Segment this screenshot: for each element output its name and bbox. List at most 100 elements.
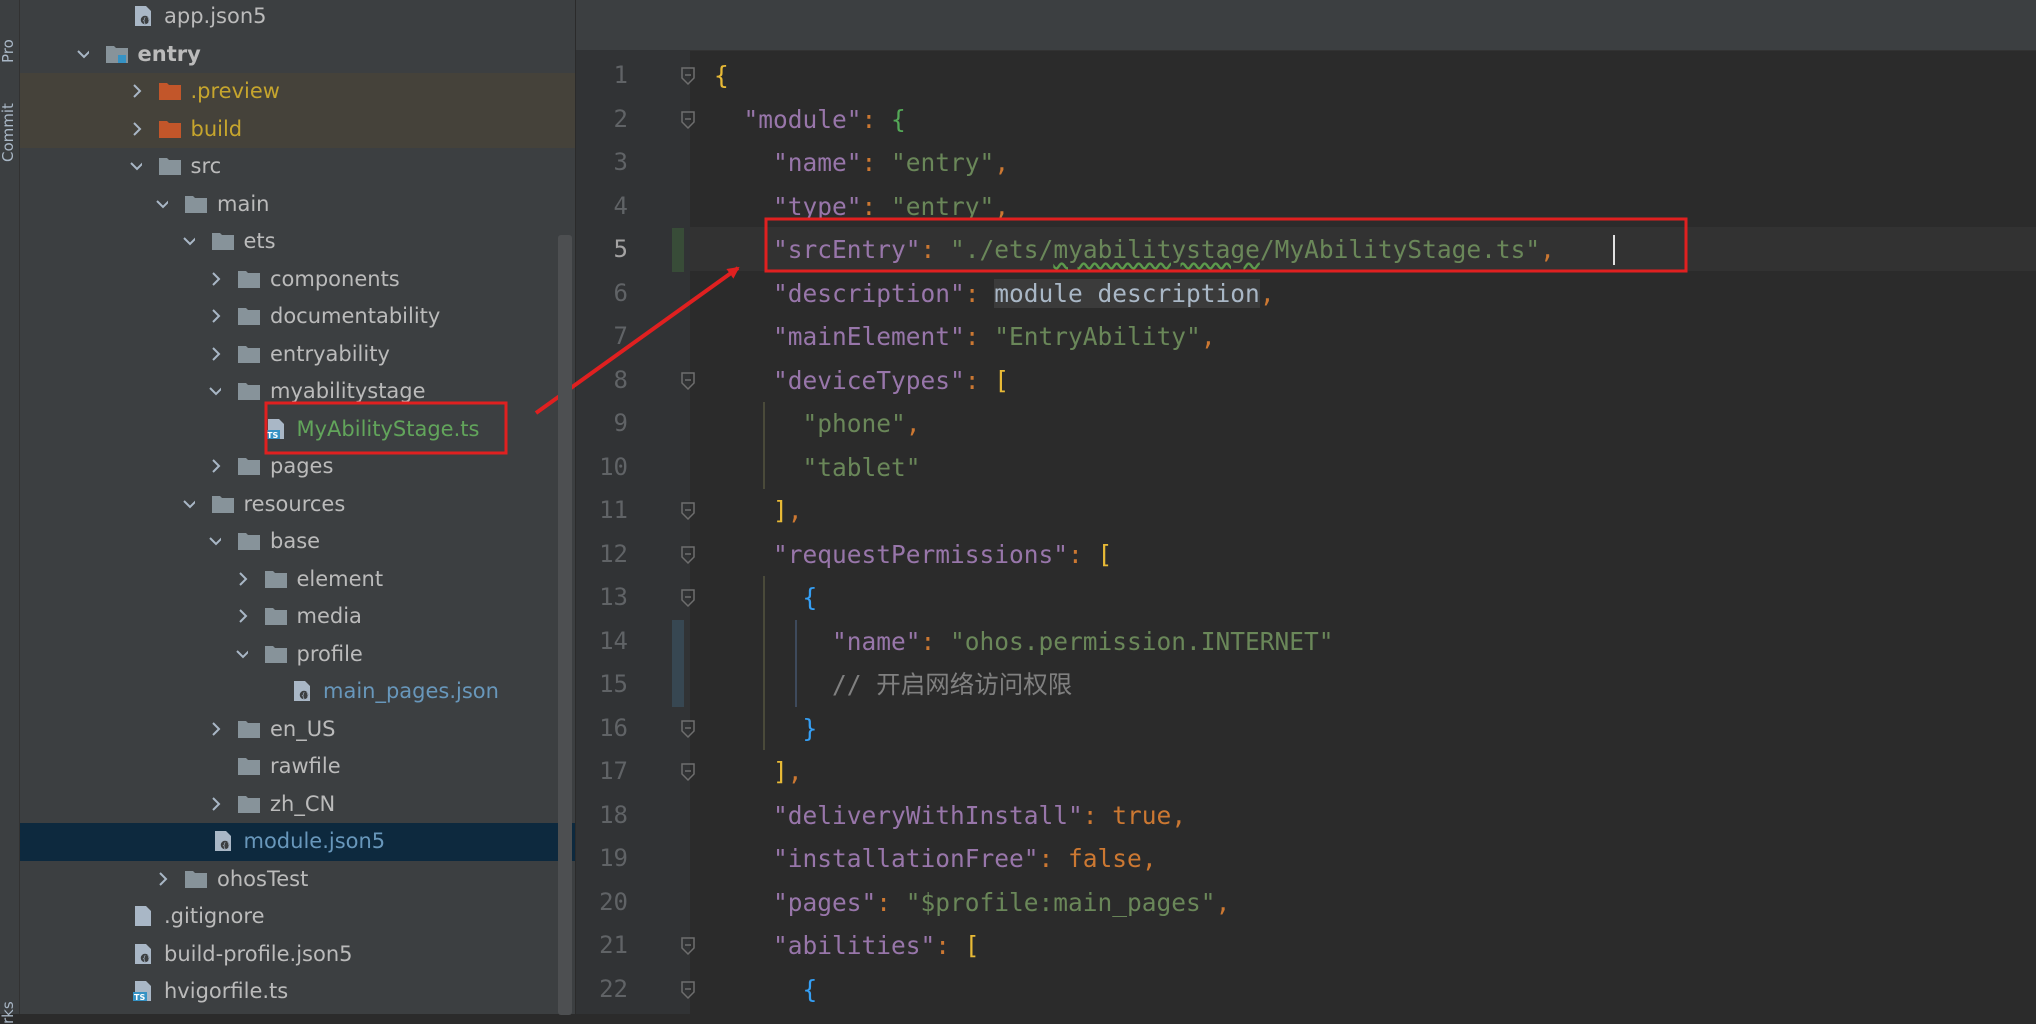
code-token: false [1068,844,1142,873]
tree-row[interactable]: zh_CN [20,786,575,824]
tree-row[interactable]: {} main_pages.json [20,673,575,711]
tree-row[interactable]: en_US [20,711,575,749]
tree-row-label: main_pages.json [323,679,499,703]
fold-marker-icon[interactable] [680,719,696,739]
code-line[interactable]: "deliveryWithInstall": true, [714,794,1186,838]
tree-row[interactable]: entry [20,36,575,74]
gutter-line: 3 [576,141,690,185]
code-token: { [802,583,818,612]
indent-guide [763,576,765,750]
code-token: : [861,104,892,134]
indent-guide [795,619,797,707]
folder-icon [211,233,234,250]
tree-row[interactable]: myabilitystage [20,373,575,411]
tree-row[interactable]: build [20,110,575,148]
tree-row[interactable]: .preview [20,73,575,111]
code-token: } [802,713,818,743]
tree-row[interactable]: ohosTest [20,861,575,899]
code-line[interactable]: "phone", [714,402,921,446]
fold-marker-icon[interactable] [680,588,696,608]
code-line[interactable]: "name": "entry", [714,141,1009,185]
chevron-right-icon [238,609,247,623]
vcs-added-marker[interactable] [672,228,684,272]
code-token: , [787,757,803,786]
code-token: "phone" [802,409,906,438]
code-line[interactable]: ], [714,489,803,533]
fold-marker-icon[interactable] [680,501,696,521]
code-token: "srcEntry" [773,235,921,264]
tree-row-label: entry [137,41,201,66]
code-line[interactable]: } [714,707,818,751]
code-token: "EntryAbility" [994,322,1201,351]
code-line[interactable]: "requestPermissions": [ [714,533,1112,577]
code-line[interactable]: "description": module description, [714,272,1275,316]
code-line[interactable]: "mainElement": "EntryAbility", [714,315,1216,359]
line-number: 10 [599,452,628,481]
tree-row[interactable]: documentability [20,298,575,336]
code-line[interactable]: "tablet" [714,446,921,490]
code-line[interactable]: { [714,54,729,98]
tree-row[interactable]: base [20,523,575,561]
code-line[interactable]: "abilities": [ [714,924,980,968]
line-number: 13 [599,583,628,611]
tree-scrollbar[interactable] [558,235,572,1015]
tree-row[interactable]: TS hvigorfile.ts [20,973,575,1011]
code-line[interactable]: { [714,968,818,1012]
code-line[interactable]: ], [714,750,803,794]
code-token: , [787,496,803,525]
gutter-line: 12 [576,533,695,577]
folder-icon [264,608,287,625]
tree-row[interactable]: pages [20,448,575,486]
folder-icon [185,870,207,888]
text-caret [1613,235,1615,265]
code-line[interactable]: "installationFree": false, [714,837,1157,881]
code-line[interactable]: "type": "entry", [714,185,1009,229]
tree-row[interactable]: profile [20,636,575,674]
code-line[interactable]: { [714,576,818,620]
folder-icon [211,495,234,513]
code-line[interactable]: "module": { [714,98,906,142]
code-editor[interactable]: 1 2 3 4 5 6 7 8 9 10 11 12 13 14 15 16 17 18 19 20 21 22 { "m… [576,0,2036,1014]
fold-marker-icon[interactable] [680,66,696,86]
svg-text:{}: {} [301,692,310,700]
tree-row[interactable]: {} module.json5 [20,823,575,861]
svg-text:TS: TS [134,993,145,1002]
chevron-right-icon [212,346,221,361]
tree-row[interactable]: TS MyAbilityStage.ts [20,411,575,449]
fold-marker-icon[interactable] [680,936,696,956]
code-line[interactable]: "deviceTypes": [ [714,359,1009,403]
commit-tool-tab[interactable]: Commit [0,102,17,162]
tree-row[interactable]: rawfile [20,748,575,786]
project-tool-tab[interactable]: Pro [0,3,17,63]
tree-row[interactable]: main [20,186,575,224]
fold-marker-icon[interactable] [680,110,696,130]
fold-marker-icon[interactable] [680,980,696,1000]
line-number: 17 [599,757,628,785]
code-line[interactable]: "pages": "$profile:main_pages", [714,881,1230,925]
fold-marker-icon[interactable] [680,545,696,565]
fold-marker-icon[interactable] [680,371,696,391]
bookmarks-tool-tab[interactable]: rks [0,964,17,1024]
tree-row[interactable]: media [20,598,575,636]
tree-row-label: MyAbilityStage.ts [296,416,480,441]
svg-text:{}: {} [142,17,151,25]
tree-row[interactable]: resources [20,486,575,524]
tree-row[interactable]: components [20,261,575,299]
line-number: 9 [613,409,628,437]
tree-row[interactable]: .gitignore [20,898,575,936]
fold-marker-icon[interactable] [680,762,696,782]
tree-row[interactable]: {} app.json5 [20,0,575,36]
tree-row-label: profile [296,641,363,666]
code-line[interactable]: "name": "ohos.permission.INTERNET" [714,620,1334,664]
vcs-modified-marker[interactable] [672,619,684,707]
tree-row[interactable]: entryability [20,336,575,374]
code-line[interactable]: // 开启网络访问权限 [714,663,1072,707]
tree-row[interactable]: {} build-profile.json5 [20,936,575,974]
tree-row[interactable]: element [20,561,575,599]
code-line[interactable]: "srcEntry": "./ets/myabilitystage/MyAbil… [714,228,1555,272]
gutter-line: 2 [576,98,695,142]
tree-row[interactable]: ets [20,223,575,261]
tree-row[interactable]: src [20,148,575,186]
